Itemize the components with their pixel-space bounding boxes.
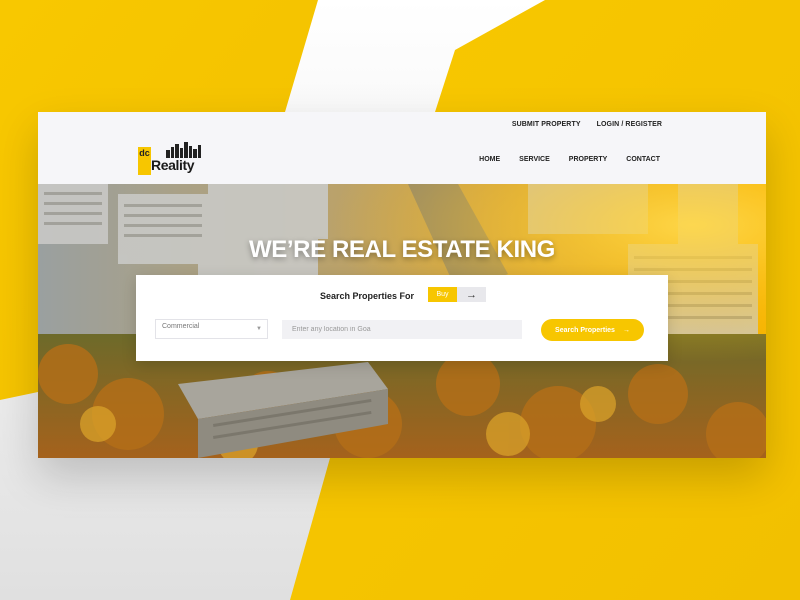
hero-title: WE’RE REAL ESTATE KING bbox=[249, 236, 555, 263]
logo-text: Reality bbox=[151, 157, 195, 173]
search-card: Search Properties For Buy → Commercial ▼… bbox=[136, 275, 668, 361]
property-type-value: Commercial bbox=[162, 323, 200, 330]
arrow-right-icon: → bbox=[466, 288, 477, 301]
logo[interactable]: dc Reality bbox=[138, 142, 206, 176]
nav-contact[interactable]: CONTACT bbox=[626, 156, 660, 163]
toggle-arrow-button[interactable]: → bbox=[457, 287, 486, 302]
city-skyline-icon bbox=[166, 142, 201, 158]
nav-property[interactable]: PROPERTY bbox=[569, 156, 608, 163]
buy-tab[interactable]: Buy bbox=[428, 287, 457, 302]
hero-section: WE’RE REAL ESTATE KING Search Properties… bbox=[38, 184, 766, 458]
site-header: SUBMIT PROPERTY LOGIN / REGISTER dc Real… bbox=[38, 112, 766, 184]
search-heading: Search Properties For bbox=[320, 291, 415, 301]
search-button-label: Search Properties bbox=[555, 326, 615, 334]
buy-toggle: Buy → bbox=[428, 287, 486, 302]
login-register-link[interactable]: LOGIN / REGISTER bbox=[597, 121, 662, 128]
main-nav: HOME SERVICE PROPERTY CONTACT bbox=[479, 156, 660, 163]
search-properties-button[interactable]: Search Properties → bbox=[541, 319, 644, 341]
submit-property-link[interactable]: SUBMIT PROPERTY bbox=[512, 121, 581, 128]
property-type-select[interactable]: Commercial ▼ bbox=[155, 319, 268, 339]
location-input[interactable] bbox=[282, 320, 522, 339]
chevron-down-icon: ▼ bbox=[256, 326, 262, 332]
logo-mark: dc bbox=[138, 147, 151, 175]
nav-home[interactable]: HOME bbox=[479, 156, 500, 163]
arrow-right-icon: → bbox=[622, 326, 630, 334]
nav-service[interactable]: SERVICE bbox=[519, 156, 550, 163]
website-frame: SUBMIT PROPERTY LOGIN / REGISTER dc Real… bbox=[38, 112, 766, 458]
top-links: SUBMIT PROPERTY LOGIN / REGISTER bbox=[512, 121, 662, 128]
